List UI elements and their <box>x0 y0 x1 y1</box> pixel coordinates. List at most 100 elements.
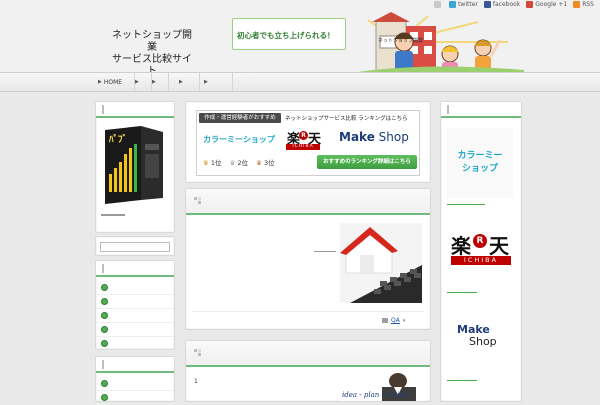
nav-item-5[interactable]: ▶ <box>198 73 233 91</box>
product-image[interactable]: ﾊﾟﾌﾞ <box>101 124 167 206</box>
makeshop-shop: Shop <box>378 130 409 144</box>
rss-icon <box>573 1 581 8</box>
post-card-1: QA ▾ <box>185 188 431 330</box>
category-item[interactable] <box>96 309 174 323</box>
right-box-header <box>441 102 521 118</box>
ad-colorme[interactable]: カラーミー ショップ <box>447 128 513 198</box>
ranking-detail-button[interactable]: おすすめのランキング詳細はこちら <box>317 155 417 169</box>
category-item[interactable] <box>96 295 174 309</box>
product-caption <box>101 214 125 216</box>
bullet-icon <box>101 298 108 305</box>
ad-divider <box>447 380 477 381</box>
google-plus-icon <box>526 1 534 8</box>
category-item[interactable] <box>96 337 174 351</box>
left-archive-box <box>95 356 175 405</box>
global-nav: ▶ HOME ▶ ▶ ▶ ▶ <box>0 72 600 92</box>
left-category-box <box>95 260 175 351</box>
post-tag[interactable]: QA ▾ <box>382 317 405 324</box>
rank-1-label: 1位 <box>210 159 222 167</box>
search-input[interactable] <box>100 242 170 252</box>
site-title[interactable]: ネットショップ開業 サービス比較サイト <box>108 30 196 78</box>
left-search-box <box>95 236 175 256</box>
crown-silver-icon: ♛ <box>229 159 236 167</box>
post-mark-icon <box>194 197 201 204</box>
google-plus-link[interactable]: Google +1 <box>526 1 567 8</box>
ad-rakuten-r-icon: R <box>473 234 487 248</box>
rank-3-label: 3位 <box>264 159 275 167</box>
brand-colorme[interactable]: カラーミーショップ <box>203 134 275 145</box>
banner-sign: ネットショップ開業 <box>378 38 424 44</box>
header-marker <box>102 264 104 273</box>
category-item[interactable] <box>96 281 174 295</box>
site-header: ネットショップ開業 サービス比較サイト twitter facebook Goo… <box>0 0 600 77</box>
twitter-link[interactable]: twitter <box>449 1 478 8</box>
ad-makeshop[interactable]: Make Shop <box>457 324 511 354</box>
ranking-label-left: 作成・運営経験者がおすすめ <box>199 113 281 123</box>
home-link[interactable] <box>434 1 443 8</box>
rss-link[interactable]: RSS <box>573 1 594 8</box>
nav-arrow-icon: ▶ <box>152 79 156 85</box>
left-box-header <box>96 102 174 118</box>
home-icon <box>434 1 442 8</box>
nav-item-label: HOME <box>103 78 123 86</box>
rakuten-r-icon: R <box>299 131 308 140</box>
left-archive-header <box>96 357 174 373</box>
rakuten-ichiba: ICHIBA <box>286 144 320 150</box>
banner-illustration <box>358 12 524 72</box>
makeshop-make: Make <box>339 130 375 144</box>
ad-colorme-line1: カラーミー <box>457 151 503 161</box>
nav-arrow-icon: ▶ <box>179 79 183 85</box>
rank-2: ♛ 2位 <box>230 157 249 167</box>
twitter-icon <box>449 1 457 8</box>
post-number: 1 <box>194 378 198 385</box>
archive-item[interactable] <box>96 377 174 391</box>
post-thumbnail-2[interactable]: idea - plan - action <box>340 373 422 401</box>
left-box-product: ﾊﾟﾌﾞ <box>95 101 175 233</box>
twitter-link-label: twitter <box>458 1 478 8</box>
crown-gold-icon: ♛ <box>203 159 209 167</box>
ad-rakuten-char-2: 天 <box>489 234 509 258</box>
post-excerpt <box>314 251 336 252</box>
header-banner[interactable]: 初心者でも立ち上げられる！ ネットショップ開業 <box>228 12 524 72</box>
post-card-2: 1 idea - plan - action <box>185 340 431 402</box>
facebook-link-label: facebook <box>492 1 521 8</box>
facebook-icon <box>483 1 491 8</box>
bullet-icon <box>101 326 108 333</box>
nav-arrow-icon: ▶ <box>135 79 139 85</box>
social-links: twitter facebook Google +1 RSS <box>434 1 594 8</box>
post-tag-label: QA <box>391 317 400 324</box>
post-title-bar <box>186 189 430 215</box>
rank-2-label: 2位 <box>237 159 249 167</box>
rank-labels: ♛ 1位 ♛ 2位 ♛ 3位 <box>203 157 275 167</box>
ad-rakuten[interactable]: 楽 R 天 ICHIBA <box>449 230 513 268</box>
chevron-down-icon: ▾ <box>402 317 406 324</box>
ad-colorme-text: カラーミー ショップ <box>447 128 513 176</box>
archive-item[interactable] <box>96 391 174 405</box>
ad-divider <box>447 204 485 205</box>
bullet-icon <box>101 380 108 387</box>
google-plus-link-label: Google +1 <box>535 1 568 8</box>
post-image-text: idea - plan - action <box>342 391 408 399</box>
ranking-banner[interactable]: 作成・運営経験者がおすすめ ネットショップサービス比較 ランキングはこちら カラ… <box>196 110 420 176</box>
rank-1: ♛ 1位 <box>203 157 222 167</box>
left-category-header <box>96 261 174 277</box>
ad-makeshop-shop: Shop <box>469 335 497 348</box>
post-divider <box>192 311 424 312</box>
ad-rakuten-ichiba: ICHIBA <box>451 256 511 265</box>
nav-item-3[interactable]: ▶ <box>146 73 169 91</box>
ranking-label-right: ネットショップサービス比較 ランキングはこちら <box>285 116 408 122</box>
ad-divider <box>447 292 477 293</box>
facebook-link[interactable]: facebook <box>483 1 521 8</box>
crown-bronze-icon: ♛ <box>256 159 262 167</box>
brand-rakuten[interactable]: 楽 R 天 ICHIBA <box>285 128 321 152</box>
rss-link-label: RSS <box>582 1 594 8</box>
brand-makeshop[interactable]: Make Shop <box>339 130 409 144</box>
bullet-icon <box>101 340 108 347</box>
post-thumbnail[interactable] <box>340 223 422 303</box>
header-marker <box>102 360 104 369</box>
header-marker <box>447 105 449 114</box>
nav-item-4[interactable]: ▶ <box>173 73 200 91</box>
bullet-icon <box>101 312 108 319</box>
category-item[interactable] <box>96 323 174 337</box>
post-title-bar <box>186 341 430 367</box>
